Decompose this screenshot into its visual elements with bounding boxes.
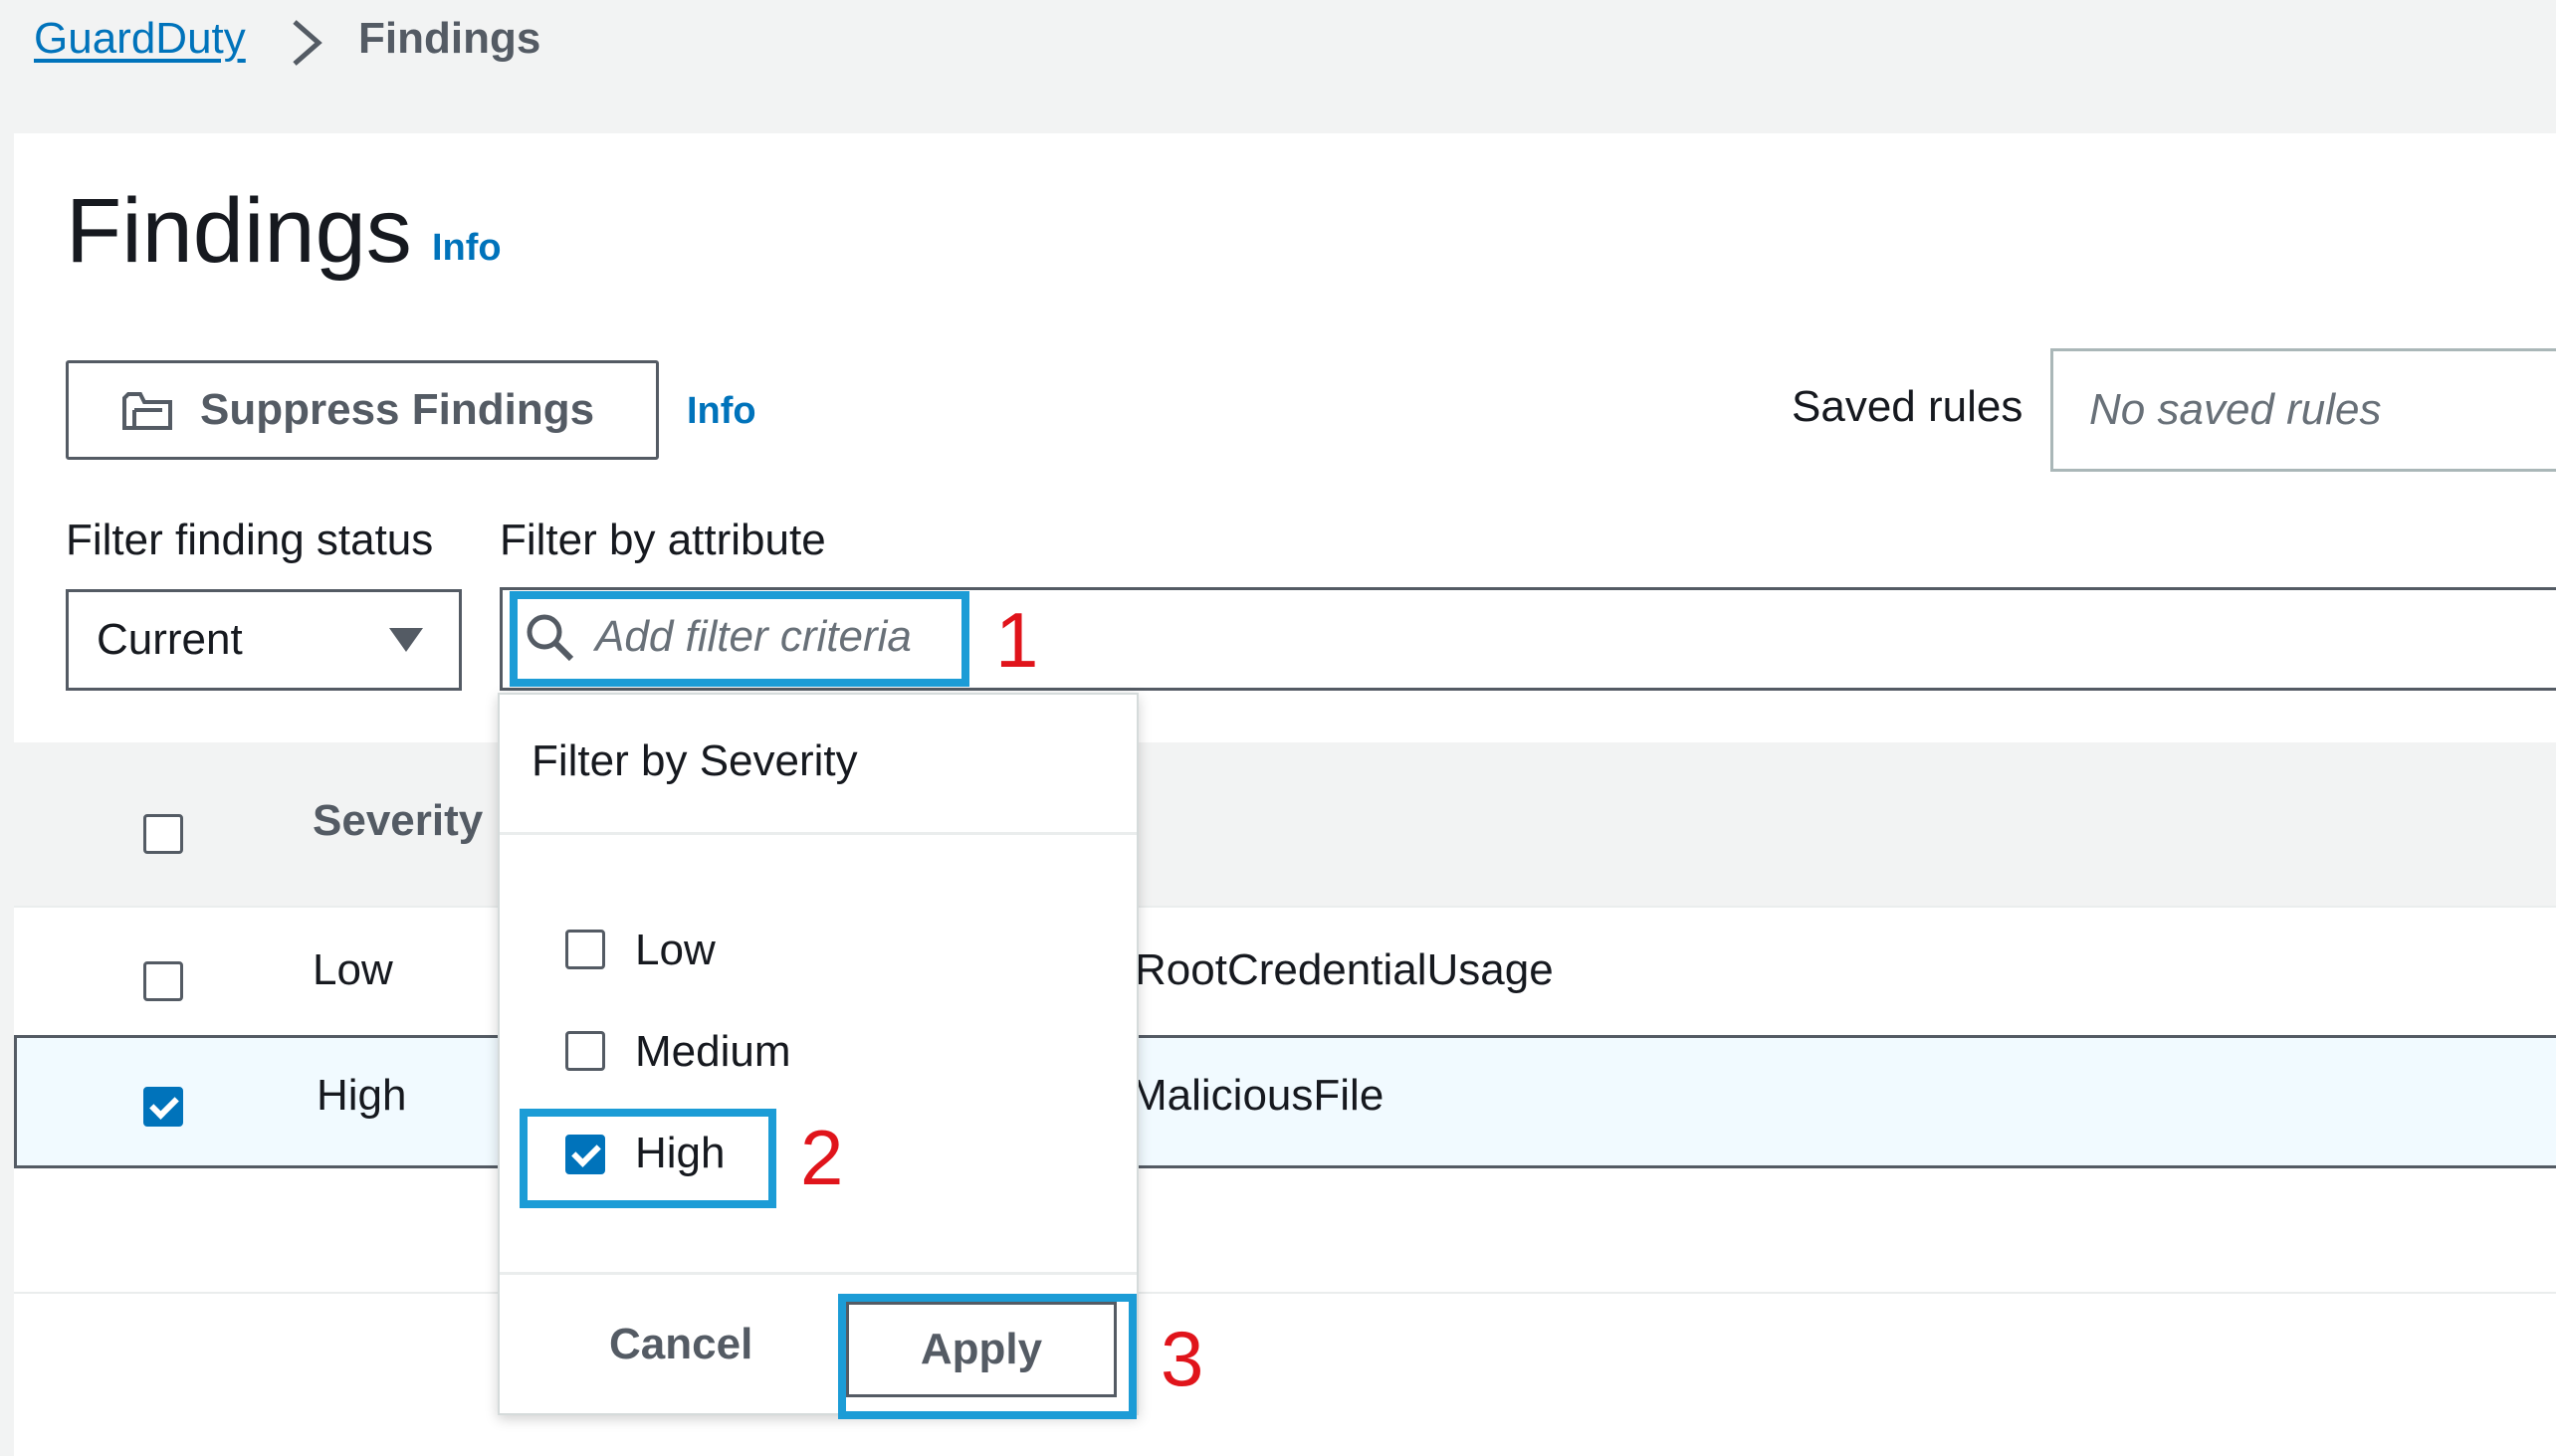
- severity-dropdown-title: Filter by Severity: [532, 736, 858, 785]
- suppress-info-link[interactable]: Info: [687, 390, 756, 433]
- row-divider: [14, 906, 2556, 908]
- severity-column-header[interactable]: Severity: [313, 796, 483, 846]
- severity-medium-checkbox[interactable]: [565, 1031, 605, 1071]
- breadcrumb-guardduty-link[interactable]: GuardDuty: [34, 14, 246, 64]
- select-all-checkbox[interactable]: [143, 814, 183, 854]
- filter-attribute-label: Filter by attribute: [500, 516, 826, 564]
- row-finding-type[interactable]: MaliciousFile: [1131, 1071, 1384, 1121]
- page-title: Findings: [66, 180, 412, 282]
- row-checkbox[interactable]: [143, 961, 183, 1001]
- annotation-number-3: 3: [1161, 1315, 1204, 1402]
- annotation-number-1: 1: [995, 596, 1039, 684]
- suppress-findings-button[interactable]: Suppress Findings: [66, 360, 659, 460]
- annotation-highlight-2: [520, 1109, 776, 1208]
- breadcrumb-current: Findings: [358, 14, 541, 63]
- finding-status-select[interactable]: Current: [66, 589, 462, 691]
- annotation-highlight-3: [838, 1294, 1137, 1419]
- row-severity: Low: [313, 945, 393, 994]
- row-severity: High: [317, 1071, 407, 1120]
- filter-status-label: Filter finding status: [66, 516, 434, 564]
- severity-medium-label[interactable]: Medium: [635, 1027, 791, 1077]
- severity-low-label[interactable]: Low: [635, 926, 716, 975]
- saved-rules-value: No saved rules: [2089, 385, 2382, 434]
- saved-rules-label: Saved rules: [1792, 382, 2024, 431]
- annotation-number-2: 2: [800, 1114, 844, 1201]
- row-divider: [14, 1292, 2556, 1294]
- annotation-highlight-1: [510, 591, 969, 687]
- dropdown-divider: [500, 832, 1137, 835]
- finding-status-value: Current: [97, 615, 243, 664]
- row-finding-type[interactable]: RootCredentialUsage: [1135, 945, 1554, 995]
- dropdown-divider: [500, 1272, 1137, 1275]
- severity-low-checkbox[interactable]: [565, 930, 605, 969]
- row-checkbox-checked[interactable]: [143, 1087, 183, 1127]
- caret-down-icon: [389, 628, 423, 652]
- cancel-button[interactable]: Cancel: [609, 1320, 752, 1369]
- suppress-findings-label: Suppress Findings: [200, 385, 595, 434]
- saved-rules-select[interactable]: No saved rules: [2050, 348, 2556, 472]
- title-info-link[interactable]: Info: [432, 227, 502, 270]
- folder-icon: [122, 392, 172, 430]
- chevron-right-icon: [293, 20, 322, 66]
